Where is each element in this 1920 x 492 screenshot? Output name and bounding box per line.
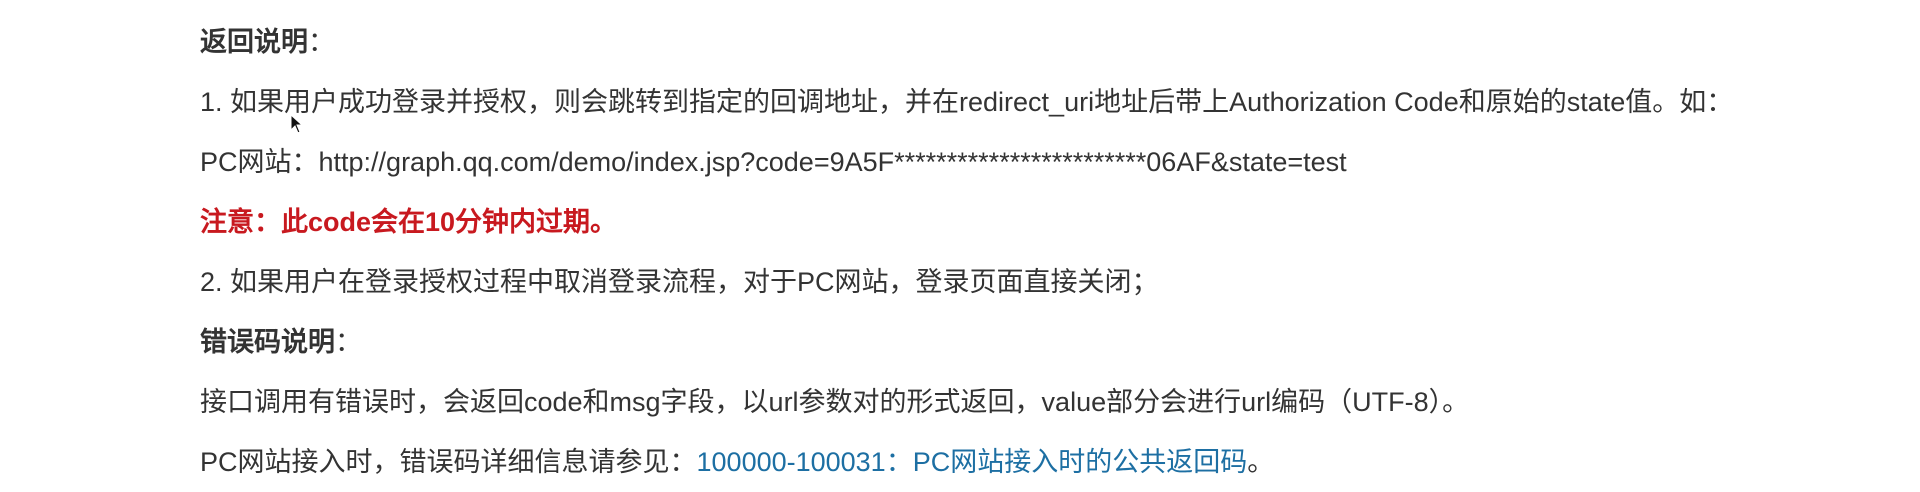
return-item-2: 2. 如果用户在登录授权过程中取消登录流程，对于PC网站，登录页面直接关闭； — [200, 267, 1159, 297]
public-return-code-link[interactable]: 100000-100031：PC网站接入时的公共返回码 — [697, 447, 1248, 477]
error-heading-colon: ： — [335, 327, 362, 357]
document-content: 返回说明： 1. 如果用户成功登录并授权，则会跳转到指定的回调地址，并在redi… — [200, 12, 1900, 492]
pc-error-prefix: PC网站接入时，错误码详细信息请参见： — [200, 447, 697, 477]
error-description: 接口调用有错误时，会返回code和msg字段，以url参数对的形式返回，valu… — [200, 387, 1470, 417]
return-heading: 返回说明 — [200, 27, 308, 57]
return-heading-line: 返回说明： — [200, 12, 1900, 72]
error-heading: 错误码说明 — [200, 327, 335, 357]
pc-error-suffix: 。 — [1247, 447, 1275, 477]
pc-error-reference-line: PC网站接入时，错误码详细信息请参见：100000-100031：PC网站接入时… — [200, 432, 1900, 492]
return-item-1: 1. 如果用户成功登录并授权，则会跳转到指定的回调地址，并在redirect_u… — [200, 87, 1734, 117]
return-heading-colon: ： — [308, 27, 335, 57]
pc-example-url: PC网站：http://graph.qq.com/demo/index.jsp?… — [200, 147, 1347, 177]
mouse-pointer-icon — [290, 114, 304, 134]
error-heading-line: 错误码说明： — [200, 312, 1900, 372]
code-expiry-notice: 注意：此code会在10分钟内过期。 — [200, 207, 618, 237]
